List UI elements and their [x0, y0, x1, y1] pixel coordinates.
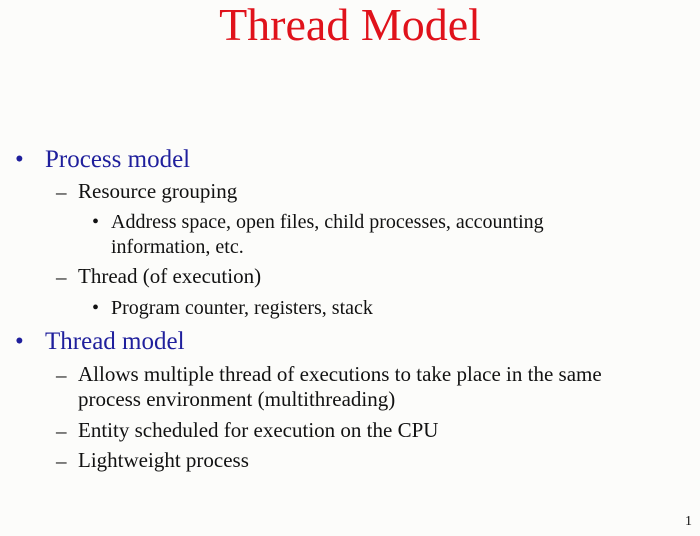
page-number: 1: [685, 514, 692, 529]
level2-dash: –: [56, 419, 67, 443]
subsubbullet-address-space: Address space, open files, child process…: [111, 211, 544, 233]
level2-dash: –: [56, 449, 67, 473]
subbullet-thread-of-execution: Thread (of execution): [78, 264, 262, 288]
level2-dash: –: [56, 180, 67, 204]
level2-dash: –: [56, 363, 67, 387]
subbullet-allows-multiple-threads-continued: process environment (multithreading): [78, 387, 396, 411]
slide: Thread Model • Process model – Resource …: [0, 0, 700, 536]
level2-dash: –: [56, 265, 67, 289]
subbullet-entity-scheduled: Entity scheduled for execution on the CP…: [78, 418, 439, 442]
level3-bullet: •: [92, 211, 100, 233]
bullet-process-model: Process model: [45, 146, 191, 173]
level1-bullet: •: [15, 146, 24, 173]
subbullet-resource-grouping: Resource grouping: [78, 179, 238, 203]
level3-bullet: •: [92, 297, 100, 319]
bullet-thread-model: Thread model: [45, 328, 185, 355]
subsubbullet-address-space-continued: information, etc.: [111, 236, 244, 258]
slide-title: Thread Model: [219, 0, 481, 50]
subsubbullet-program-counter: Program counter, registers, stack: [111, 297, 373, 319]
subbullet-lightweight-process: Lightweight process: [78, 448, 249, 472]
subbullet-allows-multiple-threads: Allows multiple thread of executions to …: [78, 362, 602, 386]
level1-bullet: •: [15, 328, 24, 355]
